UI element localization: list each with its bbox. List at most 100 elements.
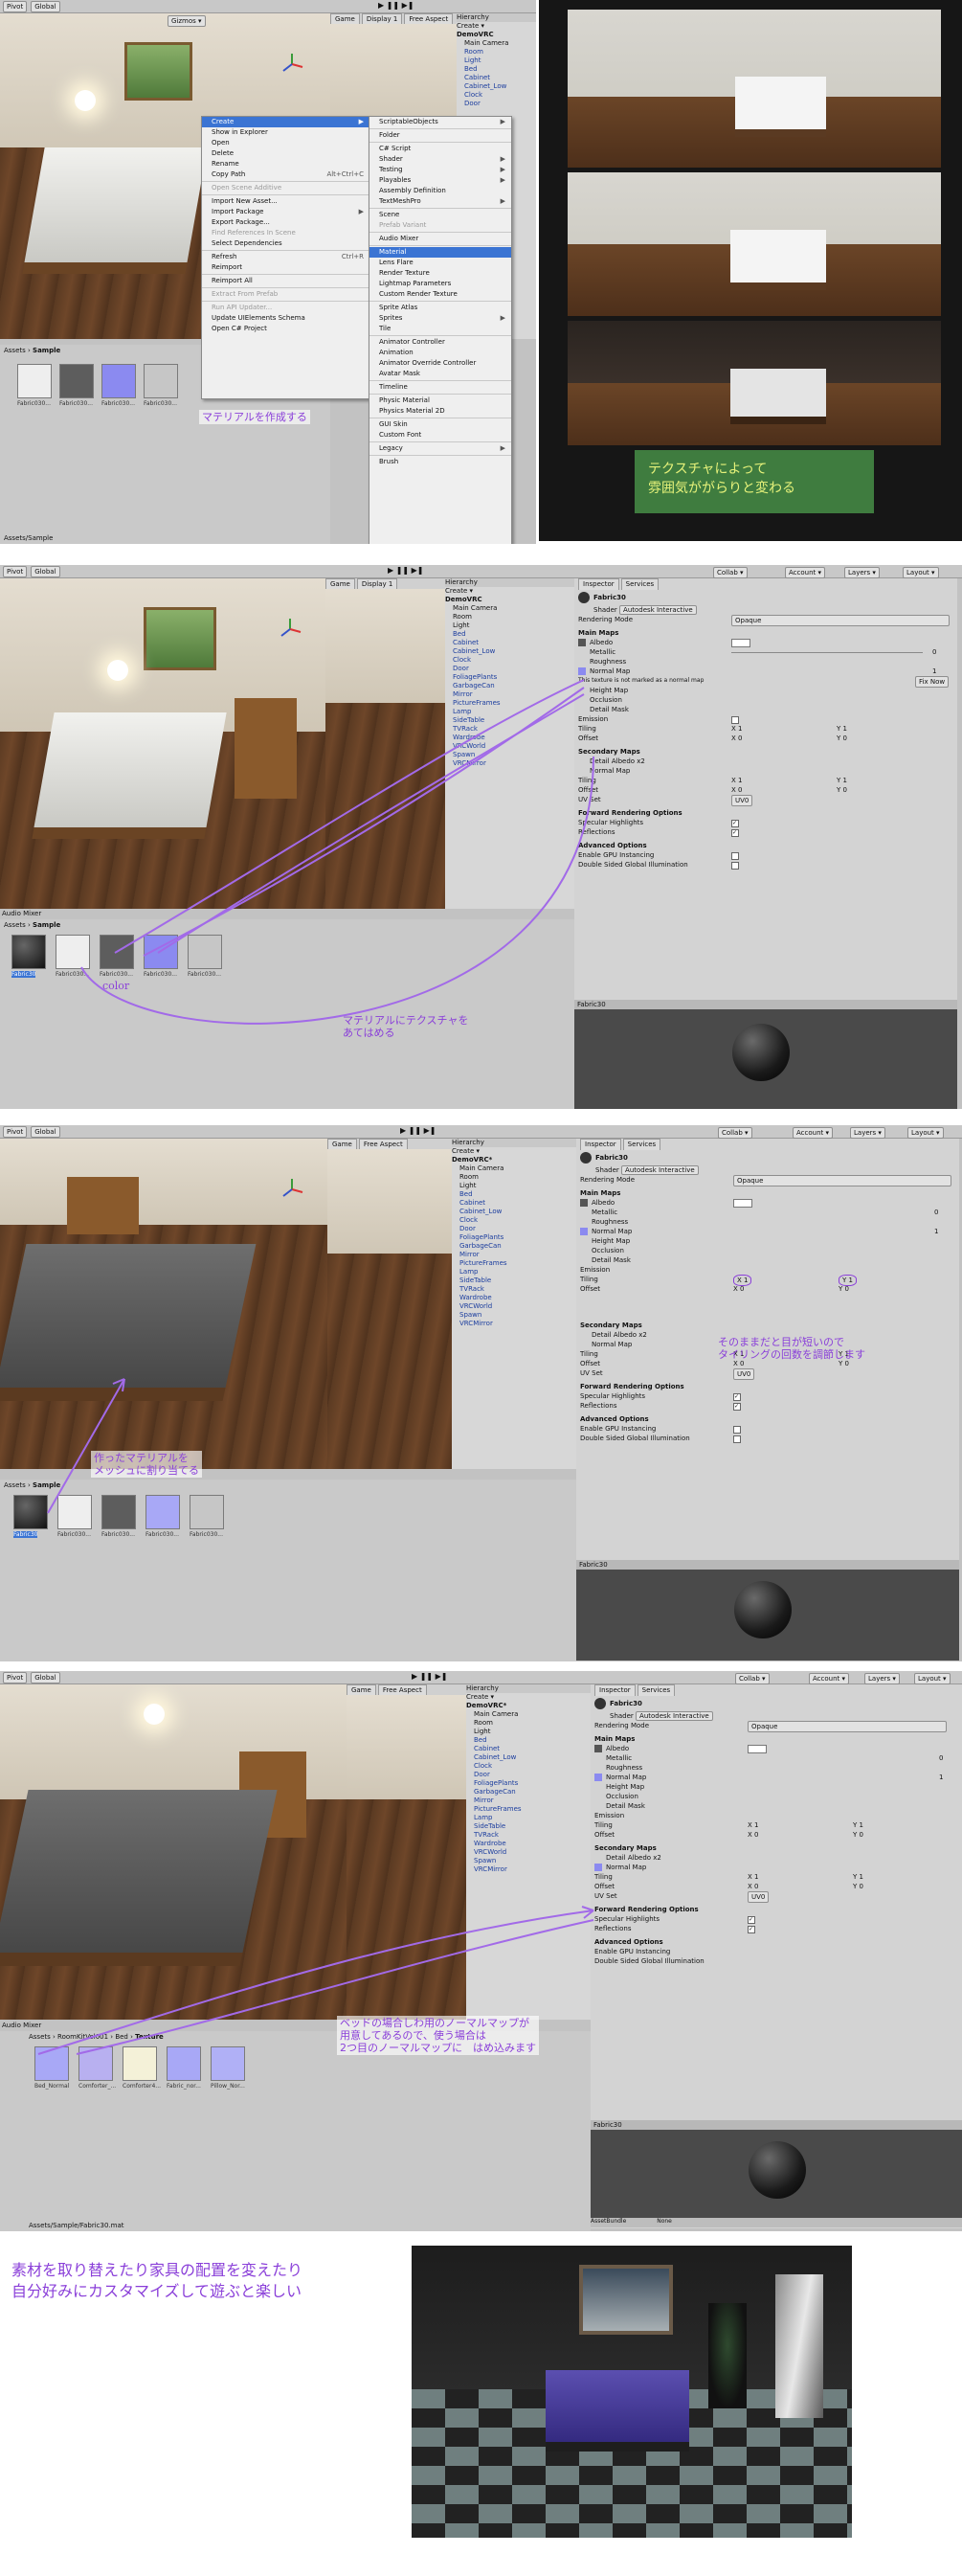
menu-item[interactable]: Import Package ▶ xyxy=(202,207,369,217)
texture-thumb[interactable] xyxy=(78,2046,113,2081)
hier-item[interactable]: Door xyxy=(466,1771,591,1779)
tiling-x[interactable]: X 1 xyxy=(731,724,742,734)
offset2-x[interactable]: X 0 xyxy=(748,1882,758,1891)
hier-item[interactable]: Room xyxy=(445,613,574,621)
hier-item[interactable]: Bed xyxy=(466,1736,591,1745)
hier-item[interactable]: VRCWorld xyxy=(452,1302,576,1311)
scene-gizmo[interactable] xyxy=(280,52,304,77)
menu-item[interactable]: Update UIElements Schema xyxy=(202,313,369,324)
submenu-item[interactable]: Legacy ▶ xyxy=(369,443,511,454)
material-thumb[interactable] xyxy=(56,935,90,969)
menu-create[interactable]: Create ▶ xyxy=(202,117,369,127)
hier-item[interactable]: Main Camera xyxy=(457,39,536,48)
hier-item[interactable]: SideTable xyxy=(452,1277,576,1285)
offset-y[interactable]: Y 0 xyxy=(839,1284,849,1294)
menu-item[interactable]: Rename xyxy=(202,159,369,169)
texture-thumb[interactable] xyxy=(211,2046,245,2081)
tiling2-y[interactable]: Y 1 xyxy=(837,776,847,785)
account-button[interactable]: Account ▾ xyxy=(809,1673,850,1684)
material-thumb[interactable] xyxy=(59,364,94,398)
hier-item[interactable]: Light xyxy=(457,56,536,65)
hier-item[interactable]: Main Camera xyxy=(445,604,574,613)
audio-mixer-tab[interactable]: Audio Mixer xyxy=(2,2022,41,2029)
hier-item[interactable]: Cabinet_Low xyxy=(452,1208,576,1216)
hier-item[interactable]: FoliagePlants xyxy=(452,1233,576,1242)
submenu-item[interactable]: Tile xyxy=(369,324,511,334)
hier-item[interactable]: Door xyxy=(457,100,536,108)
hier-item[interactable]: TVRack xyxy=(445,725,574,734)
reflections-checkbox[interactable]: ✓ xyxy=(733,1403,741,1411)
play-controls[interactable]: ▶ ❚❚ ▶❚ xyxy=(388,566,424,575)
hier-item[interactable]: FoliagePlants xyxy=(445,673,574,682)
hier-item[interactable]: Room xyxy=(457,48,536,56)
material-thumb[interactable] xyxy=(13,1495,48,1529)
layout-button[interactable]: Layout ▾ xyxy=(903,567,939,578)
offset2-x[interactable]: X 0 xyxy=(731,785,742,795)
submenu-item-material[interactable]: Material xyxy=(369,247,511,258)
hier-item[interactable]: GarbageCan xyxy=(466,1788,591,1796)
hier-item[interactable]: Cabinet xyxy=(466,1745,591,1753)
layers-button[interactable]: Layers ▾ xyxy=(850,1127,885,1139)
uv-set-select[interactable]: UV0 xyxy=(731,795,753,806)
menu-item[interactable]: Export Package... xyxy=(202,217,369,228)
submenu-item[interactable]: Audio Mixer xyxy=(369,234,511,244)
metallic-slider[interactable] xyxy=(731,652,923,653)
hier-item[interactable]: Bed xyxy=(457,65,536,74)
submenu-item[interactable]: Assembly Definition xyxy=(369,186,511,196)
global-button[interactable]: Global xyxy=(31,0,60,12)
material-thumb[interactable] xyxy=(101,364,136,398)
tiling-x[interactable]: X 1 xyxy=(748,1820,758,1830)
tab-services[interactable]: Services xyxy=(622,1139,661,1150)
normal2-slot[interactable] xyxy=(594,1864,602,1871)
uv-set-select[interactable]: UV0 xyxy=(733,1368,755,1380)
submenu-item[interactable]: Sprites ▶ xyxy=(369,313,511,324)
tab-inspector[interactable]: Inspector xyxy=(578,578,619,590)
submenu-item[interactable]: Sprite Atlas xyxy=(369,303,511,313)
hier-item[interactable]: Bed xyxy=(445,630,574,639)
hier-item[interactable]: Wardrobe xyxy=(452,1294,576,1302)
menu-item[interactable]: Reimport xyxy=(202,262,369,273)
hier-item[interactable]: VRCWorld xyxy=(466,1848,591,1857)
normal-value[interactable]: 1 xyxy=(934,1227,938,1236)
hierarchy-create[interactable]: Create ▾ xyxy=(457,22,536,31)
scene-view[interactable] xyxy=(0,1684,347,2020)
gizmos-button[interactable]: Gizmos ▾ xyxy=(168,15,206,27)
normal-value[interactable]: 1 xyxy=(932,667,936,676)
double-sided-checkbox[interactable] xyxy=(733,1435,741,1443)
hier-item[interactable]: Main Camera xyxy=(452,1164,576,1173)
hierarchy-create[interactable]: Create ▾ xyxy=(452,1147,576,1156)
pivot-button[interactable]: Pivot xyxy=(3,0,28,12)
submenu-item[interactable]: Custom Font xyxy=(369,430,511,441)
scene-root[interactable]: DemoVRC xyxy=(457,31,536,39)
submenu-item[interactable]: Avatar Mask xyxy=(369,369,511,379)
tab-hierarchy[interactable]: Hierarchy xyxy=(445,578,574,587)
submenu-item[interactable]: Render Texture xyxy=(369,268,511,279)
hier-item[interactable]: Clock xyxy=(457,91,536,100)
menu-item[interactable]: Show in Explorer xyxy=(202,127,369,138)
gpu-instancing-checkbox[interactable] xyxy=(731,852,739,860)
offset-y[interactable]: Y 0 xyxy=(837,734,847,743)
hier-item[interactable]: Lamp xyxy=(466,1814,591,1822)
account-button[interactable]: Account ▾ xyxy=(785,567,826,578)
hier-item[interactable]: Cabinet_Low xyxy=(445,647,574,656)
tiling2-x[interactable]: X 1 xyxy=(731,776,742,785)
global-button[interactable]: Global xyxy=(31,1671,60,1683)
hier-item[interactable]: Light xyxy=(466,1728,591,1736)
material-thumb[interactable] xyxy=(57,1495,92,1529)
tiling-y[interactable]: Y 1 xyxy=(837,724,847,734)
metallic-value[interactable]: 0 xyxy=(934,1208,938,1217)
material-thumb[interactable] xyxy=(188,935,222,969)
scene-root[interactable]: DemoVRC* xyxy=(466,1702,591,1710)
submenu-item[interactable]: Timeline xyxy=(369,382,511,393)
material-thumb[interactable] xyxy=(11,935,46,969)
submenu-item[interactable]: Animator Override Controller xyxy=(369,358,511,369)
hier-item[interactable]: TVRack xyxy=(452,1285,576,1294)
normal-slot[interactable] xyxy=(580,1228,588,1235)
reflections-checkbox[interactable]: ✓ xyxy=(748,1926,755,1933)
submenu-item[interactable]: Shader ▶ xyxy=(369,154,511,165)
submenu-item[interactable]: Lightmap Parameters xyxy=(369,279,511,289)
menu-item[interactable]: Reimport All xyxy=(202,276,369,286)
material-thumb[interactable] xyxy=(144,364,178,398)
scene-gizmo[interactable] xyxy=(280,1177,304,1202)
tiling2-x[interactable]: X 1 xyxy=(748,1872,758,1882)
